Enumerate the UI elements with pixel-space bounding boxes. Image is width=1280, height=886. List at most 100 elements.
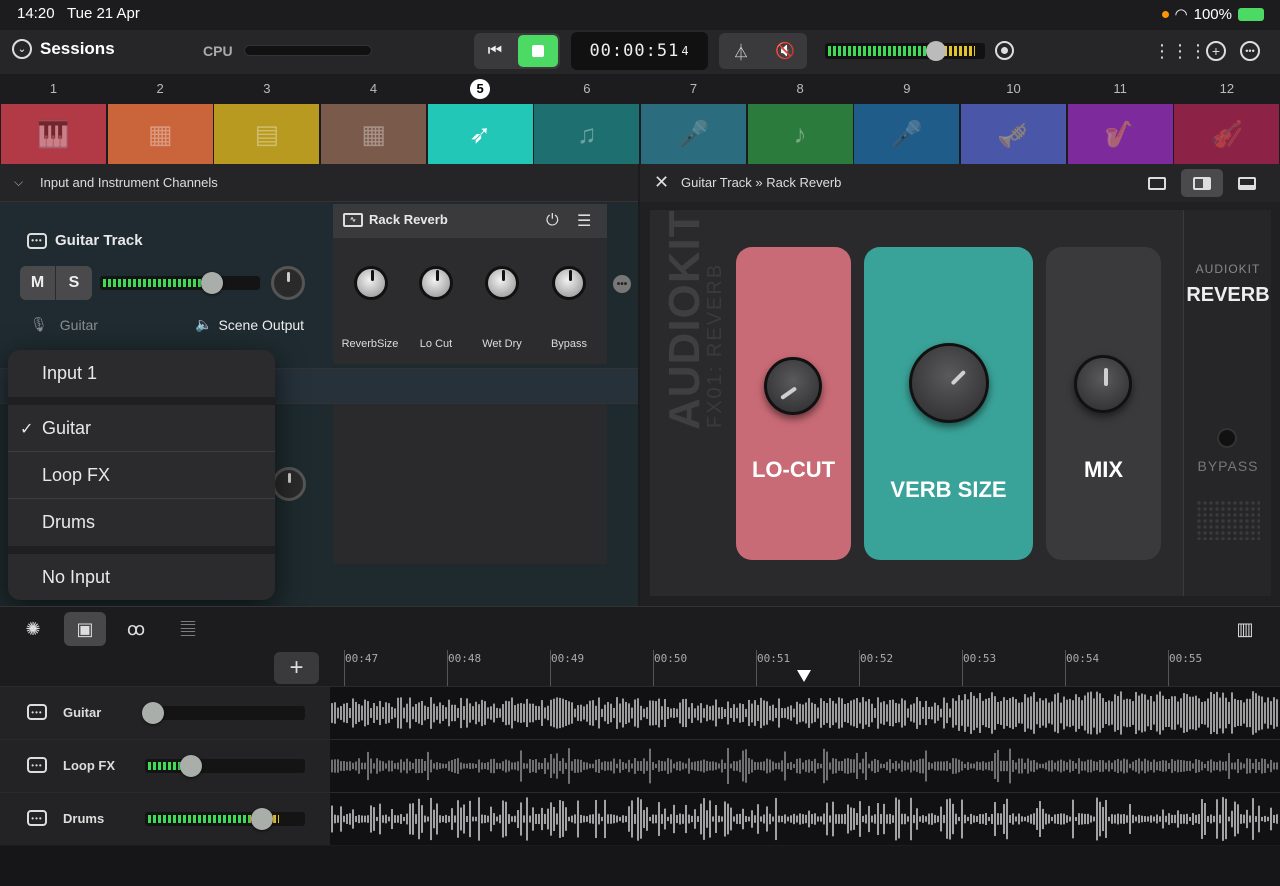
scene-number[interactable]: 3 bbox=[213, 81, 320, 96]
scene-number[interactable]: 1 bbox=[0, 81, 107, 96]
output-selector[interactable]: 🔈 Scene Output bbox=[195, 316, 304, 333]
scene-number[interactable]: 8 bbox=[747, 81, 854, 96]
keyboard-button[interactable]: 𝄚 bbox=[167, 612, 209, 646]
view-split-button[interactable] bbox=[1181, 169, 1223, 197]
scene-number[interactable]: 11 bbox=[1067, 81, 1174, 96]
library-button[interactable]: ▥ bbox=[1224, 612, 1266, 646]
tape-button[interactable]: ꝏ bbox=[115, 612, 157, 646]
pan-knob[interactable] bbox=[272, 467, 306, 501]
master-volume-knob[interactable] bbox=[926, 41, 946, 61]
verb-size-knob[interactable] bbox=[909, 343, 989, 423]
scene-tile[interactable]: ♫ bbox=[534, 104, 640, 164]
timecode-display: 00:00:51 4 bbox=[571, 32, 708, 70]
wet-dry-knob[interactable] bbox=[485, 266, 519, 300]
playhead-marker[interactable] bbox=[797, 670, 811, 682]
track-row[interactable]: ••• Drums bbox=[0, 792, 1280, 845]
rewind-button[interactable]: ⏮ bbox=[474, 33, 516, 69]
metronome-button[interactable]: ⏃ bbox=[719, 33, 763, 69]
track-volume-meter[interactable] bbox=[145, 706, 305, 720]
clip-launcher-button[interactable]: ▣ bbox=[64, 612, 106, 646]
scene-number[interactable]: 12 bbox=[1173, 81, 1280, 96]
full-view-icon bbox=[1238, 176, 1256, 190]
scene-number[interactable]: 6 bbox=[533, 81, 640, 96]
waveform-clip[interactable] bbox=[330, 793, 1280, 845]
track-row[interactable]: ••• Loop FX bbox=[0, 739, 1280, 792]
scene-tile[interactable]: 🎻 bbox=[1174, 104, 1280, 164]
dropdown-item-input-1[interactable]: Input 1 bbox=[8, 350, 275, 397]
scene-number-label: 4 bbox=[369, 81, 378, 96]
more-icon[interactable]: ••• bbox=[1240, 41, 1260, 61]
stop-button[interactable] bbox=[518, 35, 558, 67]
record-button[interactable] bbox=[995, 41, 1014, 60]
pan-knob[interactable] bbox=[271, 266, 305, 300]
stop-icon bbox=[532, 45, 544, 57]
scene-number[interactable]: 9 bbox=[853, 81, 960, 96]
scene-tile[interactable]: 🎹 bbox=[1, 104, 106, 164]
track-volume-meter[interactable] bbox=[145, 812, 305, 826]
scene-number[interactable]: 2 bbox=[107, 81, 214, 96]
solo-button[interactable]: S bbox=[56, 266, 92, 300]
track-volume-knob[interactable] bbox=[201, 272, 223, 294]
rack-title[interactable]: ∿ Rack Reverb bbox=[343, 212, 448, 227]
mute-count-in-button[interactable]: 🔇 bbox=[763, 33, 807, 69]
speaker-muted-icon: 🔇 bbox=[775, 43, 795, 60]
scene-tile[interactable]: ▤ bbox=[214, 104, 320, 164]
view-expand-button[interactable] bbox=[1136, 169, 1178, 197]
tuner-button[interactable]: ✺ bbox=[12, 612, 54, 646]
electric-guitar-icon: ➶ bbox=[469, 118, 492, 149]
reverb-size-knob[interactable] bbox=[354, 266, 388, 300]
dropdown-item-drums[interactable]: Drums bbox=[8, 499, 275, 546]
timecode-value: 00:00:51 bbox=[589, 41, 680, 61]
sliders-icon[interactable]: ☰ bbox=[577, 211, 591, 231]
add-icon[interactable]: + bbox=[1206, 41, 1226, 61]
grid-icon[interactable]: ⋮⋮⋮ bbox=[1153, 41, 1207, 62]
scene-tile[interactable]: 🎤 bbox=[641, 104, 746, 164]
lo-cut-knob[interactable] bbox=[764, 357, 822, 415]
track-options-icon[interactable]: ••• bbox=[27, 757, 47, 773]
dropdown-item-loop-fx[interactable]: Loop FX bbox=[8, 452, 275, 499]
lo-cut-knob[interactable] bbox=[419, 266, 453, 300]
power-icon[interactable]: ⏻ bbox=[546, 212, 559, 230]
track-volume-knob[interactable] bbox=[180, 755, 203, 777]
waveform-clip[interactable] bbox=[330, 687, 1280, 739]
system-icons: ◠ 100% bbox=[1161, 5, 1264, 23]
track-volume-knob[interactable] bbox=[142, 702, 164, 724]
scene-tile[interactable]: ▦ bbox=[321, 104, 426, 164]
bypass-knob[interactable] bbox=[552, 266, 586, 300]
track-options-icon[interactable]: ••• bbox=[27, 704, 47, 720]
dropdown-item-guitar[interactable]: ✓ Guitar bbox=[8, 405, 275, 452]
track-volume-knob[interactable] bbox=[250, 808, 273, 830]
master-level-meter[interactable] bbox=[825, 43, 985, 59]
knob-indicator bbox=[1104, 368, 1108, 386]
input-selector[interactable]: 🎙 Guitar bbox=[30, 316, 98, 333]
scene-number[interactable]: 7 bbox=[640, 81, 747, 96]
dropdown-item-no-input[interactable]: No Input bbox=[8, 554, 275, 600]
track-options-icon[interactable]: ••• bbox=[27, 810, 47, 826]
track-options-icon[interactable]: ••• bbox=[27, 232, 47, 249]
add-track-button[interactable]: + bbox=[274, 652, 319, 684]
track-volume-meter[interactable] bbox=[100, 276, 260, 290]
rack-more-button[interactable]: ••• bbox=[613, 275, 631, 293]
scene-tile[interactable]: 🎷 bbox=[1067, 104, 1173, 164]
scene-tile[interactable]: ▦ bbox=[107, 104, 213, 164]
bypass-button[interactable] bbox=[1217, 428, 1237, 448]
sessions-button[interactable]: ⌄ Sessions bbox=[12, 39, 115, 59]
track-volume-meter[interactable] bbox=[145, 759, 305, 773]
scene-tile[interactable]: 🎤 bbox=[854, 104, 960, 164]
scene-number[interactable]: 5 bbox=[427, 79, 534, 99]
mix-knob[interactable] bbox=[1074, 355, 1132, 413]
waveform-clip[interactable] bbox=[330, 740, 1280, 792]
scene-tile[interactable]: 🎺 bbox=[961, 104, 1066, 164]
close-icon[interactable]: ✕ bbox=[654, 172, 669, 193]
view-full-button[interactable] bbox=[1226, 169, 1268, 197]
plugin-header: ✕ Guitar Track » Rack Reverb bbox=[640, 164, 1280, 202]
scene-number[interactable]: 4 bbox=[320, 81, 427, 96]
scene-tile[interactable]: ♪ bbox=[747, 104, 853, 164]
scene-number[interactable]: 10 bbox=[960, 81, 1067, 96]
mute-button[interactable]: M bbox=[20, 266, 56, 300]
knob-indicator bbox=[780, 386, 798, 400]
plus-icon: + bbox=[289, 654, 304, 681]
channels-header[interactable]: ⌵ Input and Instrument Channels bbox=[0, 164, 638, 202]
track-row[interactable]: ••• Guitar bbox=[0, 686, 1280, 739]
scene-tile[interactable]: ➶ bbox=[427, 104, 533, 164]
